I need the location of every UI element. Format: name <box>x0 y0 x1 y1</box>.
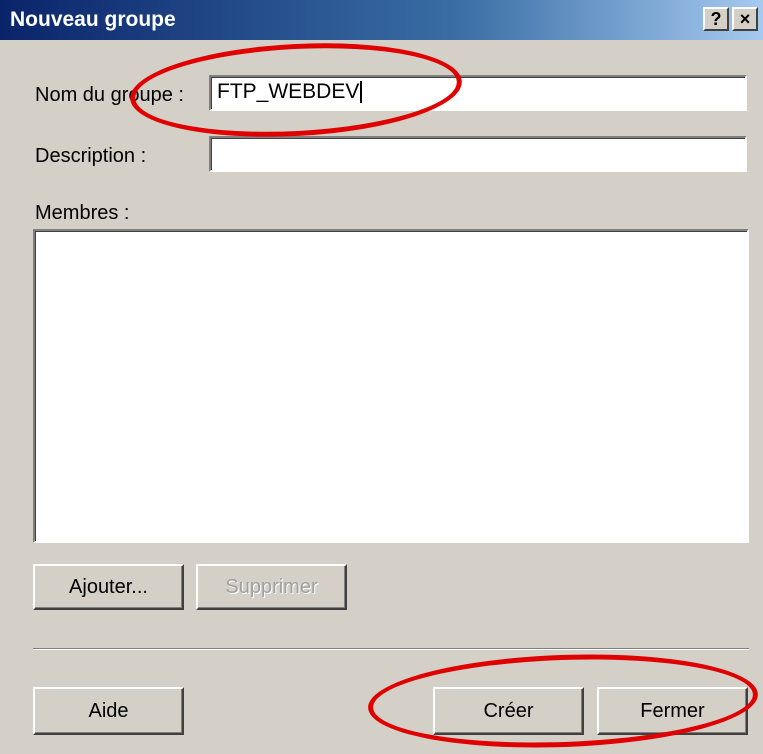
close-button[interactable]: Fermer <box>597 687 748 735</box>
text-caret <box>360 81 363 104</box>
new-group-dialog: Nouveau groupe ? × Nom du groupe : FTP_W… <box>0 0 763 754</box>
members-list[interactable] <box>33 229 749 543</box>
help-icon[interactable]: ? <box>703 7 729 31</box>
add-button[interactable]: Ajouter... <box>33 564 184 610</box>
title-bar[interactable]: Nouveau groupe ? × <box>0 0 763 40</box>
remove-button[interactable]: Supprimer <box>196 564 347 610</box>
window-title: Nouveau groupe <box>10 8 176 31</box>
description-input[interactable] <box>209 136 747 172</box>
group-name-input[interactable]: FTP_WEBDEV <box>209 75 747 111</box>
create-button[interactable]: Créer <box>433 687 584 735</box>
group-name-label: Nom du groupe : <box>35 84 184 106</box>
separator <box>33 648 749 650</box>
close-icon[interactable]: × <box>732 7 758 31</box>
group-name-value: FTP_WEBDEV <box>217 80 360 103</box>
help-button[interactable]: Aide <box>33 687 184 735</box>
members-label: Membres : <box>35 202 130 224</box>
description-label: Description : <box>35 145 147 167</box>
